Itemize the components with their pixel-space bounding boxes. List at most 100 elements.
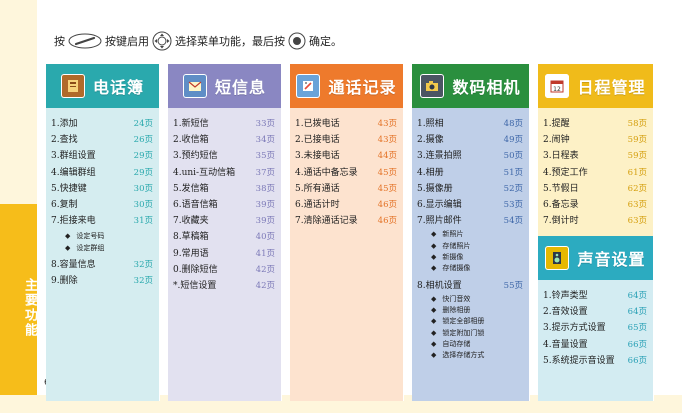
menu-item[interactable]: 4.uni-互动信箱 37页 <box>173 165 275 181</box>
instruction-text-3: 选择菜单功能，最后按 <box>175 35 285 48</box>
menu-item[interactable]: 3.连景拍照 50页 <box>417 148 523 164</box>
menu-item[interactable]: 3.日程表 59页 <box>543 148 647 164</box>
envelope-icon <box>182 74 207 98</box>
menu-title: 日程管理 <box>577 78 646 97</box>
menu-item[interactable]: 1.添加 24页 <box>51 116 153 132</box>
menu-key-icon <box>68 33 102 49</box>
menu-item[interactable]: 6.语音信箱 39页 <box>173 197 275 213</box>
menu-item[interactable]: 4.编辑群组 29页 <box>51 165 153 181</box>
menu-item[interactable]: 3.群组设置 29页 <box>51 148 153 164</box>
menu-column-call-log: 通话记录 1.已拨电话 43页 2.已接电话 43页 3.未接电话 44页 4.通话中… <box>290 64 404 401</box>
menu-item[interactable]: *.短信设置 42页 <box>173 278 275 294</box>
instruction-text-2: 按键启用 <box>105 35 149 48</box>
menu-list: 1.照相 48页 2.摄像 49页 3.连景拍照 50页 4.相册 51页 5.摄像册 5… <box>412 108 529 401</box>
menu-column-scheduler: 12 日程管理 1.提醒 58页 2.闹钟 59页 3.日程表 59页 4.预定工作 6… <box>538 64 654 237</box>
menu-item[interactable]: 1.提醒 58页 <box>543 116 647 132</box>
menu-title: 数码相机 <box>452 78 521 97</box>
menu-item[interactable]: 2.查找 26页 <box>51 132 153 148</box>
submenu-item[interactable]: ◆ 存储照片 <box>417 241 523 252</box>
menu-header-sound: 声音设置 <box>538 236 653 280</box>
menu-item[interactable]: 5.系统提示音设置 66页 <box>543 353 647 369</box>
speaker-icon <box>545 246 570 270</box>
menu-item[interactable]: 5.摄像册 52页 <box>417 181 523 197</box>
menu-item[interactable]: 8.容量信息 32页 <box>51 257 153 273</box>
menu-item[interactable]: 0.删除短信 42页 <box>173 262 275 278</box>
menu-item[interactable]: 7.倒计时 63页 <box>543 213 647 229</box>
menu-item[interactable]: 8.相机设置 55页 <box>417 278 523 294</box>
menu-item[interactable]: 7.照片邮件 54页 <box>417 213 523 229</box>
submenu-item[interactable]: ◆ 新照片 <box>417 229 523 240</box>
menu-item[interactable]: 4.音量设置 66页 <box>543 337 647 353</box>
menu-item[interactable]: 9.常用语 41页 <box>173 246 275 262</box>
call-log-icon <box>296 74 321 98</box>
menu-column-camera: 数码相机 1.照相 48页 2.摄像 49页 3.连景拍照 50页 4.相册 51页 5… <box>412 64 530 401</box>
menu-list: 1.已拨电话 43页 2.已接电话 43页 3.未接电话 44页 4.通话中备忘录 45… <box>290 108 403 401</box>
menu-list: 1.提醒 58页 2.闹钟 59页 3.日程表 59页 4.预定工作 61页 5.节假日… <box>538 108 653 237</box>
instruction-text-1: 按 <box>54 35 65 48</box>
menu-item[interactable]: 3.预约短信 35页 <box>173 148 275 164</box>
menu-item[interactable]: 2.收信箱 34页 <box>173 132 275 148</box>
submenu-item[interactable]: ◆ 存储摄像 <box>417 263 523 274</box>
menu-header-call-log: 通话记录 <box>290 64 403 108</box>
left-strip <box>0 0 37 413</box>
menu-item[interactable]: 4.预定工作 61页 <box>543 165 647 181</box>
menu-column-messages: 短信息 1.新短信 33页 2.收信箱 34页 3.预约短信 35页 4.uni-互动… <box>168 64 282 401</box>
menu-item[interactable]: 2.已接电话 43页 <box>295 132 397 148</box>
menu-item[interactable]: 1.已拨电话 43页 <box>295 116 397 132</box>
svg-text:12: 12 <box>554 86 562 93</box>
submenu-item[interactable]: ◆ 锁定附加门锁 <box>417 328 523 339</box>
menu-item[interactable]: 4.相册 51页 <box>417 165 523 181</box>
menu-item[interactable]: 2.闹钟 59页 <box>543 132 647 148</box>
menu-list: 1.铃声类型 64页 2.音效设置 64页 3.提示方式设置 65页 4.音量设置 66… <box>538 280 653 401</box>
instruction-line: 按 按键启用 选择菜单功能，最后按 确定。 <box>54 31 342 51</box>
menu-title: 电话簿 <box>92 78 144 97</box>
menu-item[interactable]: 6.备忘录 63页 <box>543 197 647 213</box>
menu-header-messages: 短信息 <box>168 64 281 108</box>
submenu-item[interactable]: ◆ 快门音效 <box>417 294 523 305</box>
navigation-key-icon <box>152 31 172 51</box>
instruction-text-4: 确定。 <box>309 35 342 48</box>
ok-key-icon <box>288 32 306 50</box>
menu-item[interactable]: 7.拒接来电 31页 <box>51 213 153 229</box>
menu-title: 短信息 <box>214 78 266 97</box>
submenu-item[interactable]: ◆ 设定群组 <box>51 243 153 254</box>
menu-item[interactable]: 5.节假日 62页 <box>543 181 647 197</box>
menu-item[interactable]: 3.未接电话 44页 <box>295 148 397 164</box>
menu-item[interactable]: 9.删除 32页 <box>51 273 153 289</box>
menu-item[interactable]: 2.摄像 49页 <box>417 132 523 148</box>
menu-item[interactable]: 5.快捷键 30页 <box>51 181 153 197</box>
menu-item[interactable]: 6.通话计时 46页 <box>295 197 397 213</box>
section-label: 主要功能 <box>22 278 37 338</box>
menu-list: 1.新短信 33页 2.收信箱 34页 3.预约短信 35页 4.uni-互动信箱 37… <box>168 108 281 401</box>
submenu-item[interactable]: ◆ 设定号码 <box>51 231 153 242</box>
menu-title: 通话记录 <box>328 78 397 97</box>
menu-item[interactable]: 6.复制 30页 <box>51 197 153 213</box>
menu-title: 声音设置 <box>577 250 646 269</box>
submenu-item[interactable]: ◆ 选择存储方式 <box>417 350 523 361</box>
menu-item[interactable]: 8.草稿箱 40页 <box>173 229 275 245</box>
menu-item[interactable]: 5.发信箱 38页 <box>173 181 275 197</box>
menu-list: 1.添加 24页 2.查找 26页 3.群组设置 29页 4.编辑群组 29页 5.快捷… <box>46 108 159 401</box>
menu-item[interactable]: 7.收藏夹 39页 <box>173 213 275 229</box>
menu-item[interactable]: 5.所有通话 45页 <box>295 181 397 197</box>
submenu-item[interactable]: ◆ 自动存储 <box>417 339 523 350</box>
menu-item[interactable]: 1.新短信 33页 <box>173 116 275 132</box>
menu-item[interactable]: 2.音效设置 64页 <box>543 304 647 320</box>
camera-icon <box>420 74 445 98</box>
submenu-item[interactable]: ◆ 删除相册 <box>417 305 523 316</box>
menu-item[interactable]: 3.提示方式设置 65页 <box>543 320 647 336</box>
menu-column-sound: 声音设置 1.铃声类型 64页 2.音效设置 64页 3.提示方式设置 65页 4.音… <box>538 236 654 401</box>
menu-item[interactable]: 1.铃声类型 64页 <box>543 288 647 304</box>
menu-header-phonebook: 电话簿 <box>46 64 159 108</box>
menu-header-camera: 数码相机 <box>412 64 529 108</box>
submenu-item[interactable]: ◆ 新摄像 <box>417 252 523 263</box>
menu-column-phonebook: 电话簿 1.添加 24页 2.查找 26页 3.群组设置 29页 4.编辑群组 29页 … <box>46 64 160 401</box>
menu-item[interactable]: 6.显示编辑 53页 <box>417 197 523 213</box>
submenu-item[interactable]: ◆ 锁定全部相册 <box>417 316 523 327</box>
menu-item[interactable]: 1.照相 48页 <box>417 116 523 132</box>
menu-item[interactable]: 7.清除通话记录 46页 <box>295 213 397 229</box>
menu-header-scheduler: 12 日程管理 <box>538 64 653 108</box>
menu-item[interactable]: 4.通话中备忘录 45页 <box>295 165 397 181</box>
calendar-icon: 12 <box>545 74 570 98</box>
phonebook-icon <box>60 74 85 98</box>
